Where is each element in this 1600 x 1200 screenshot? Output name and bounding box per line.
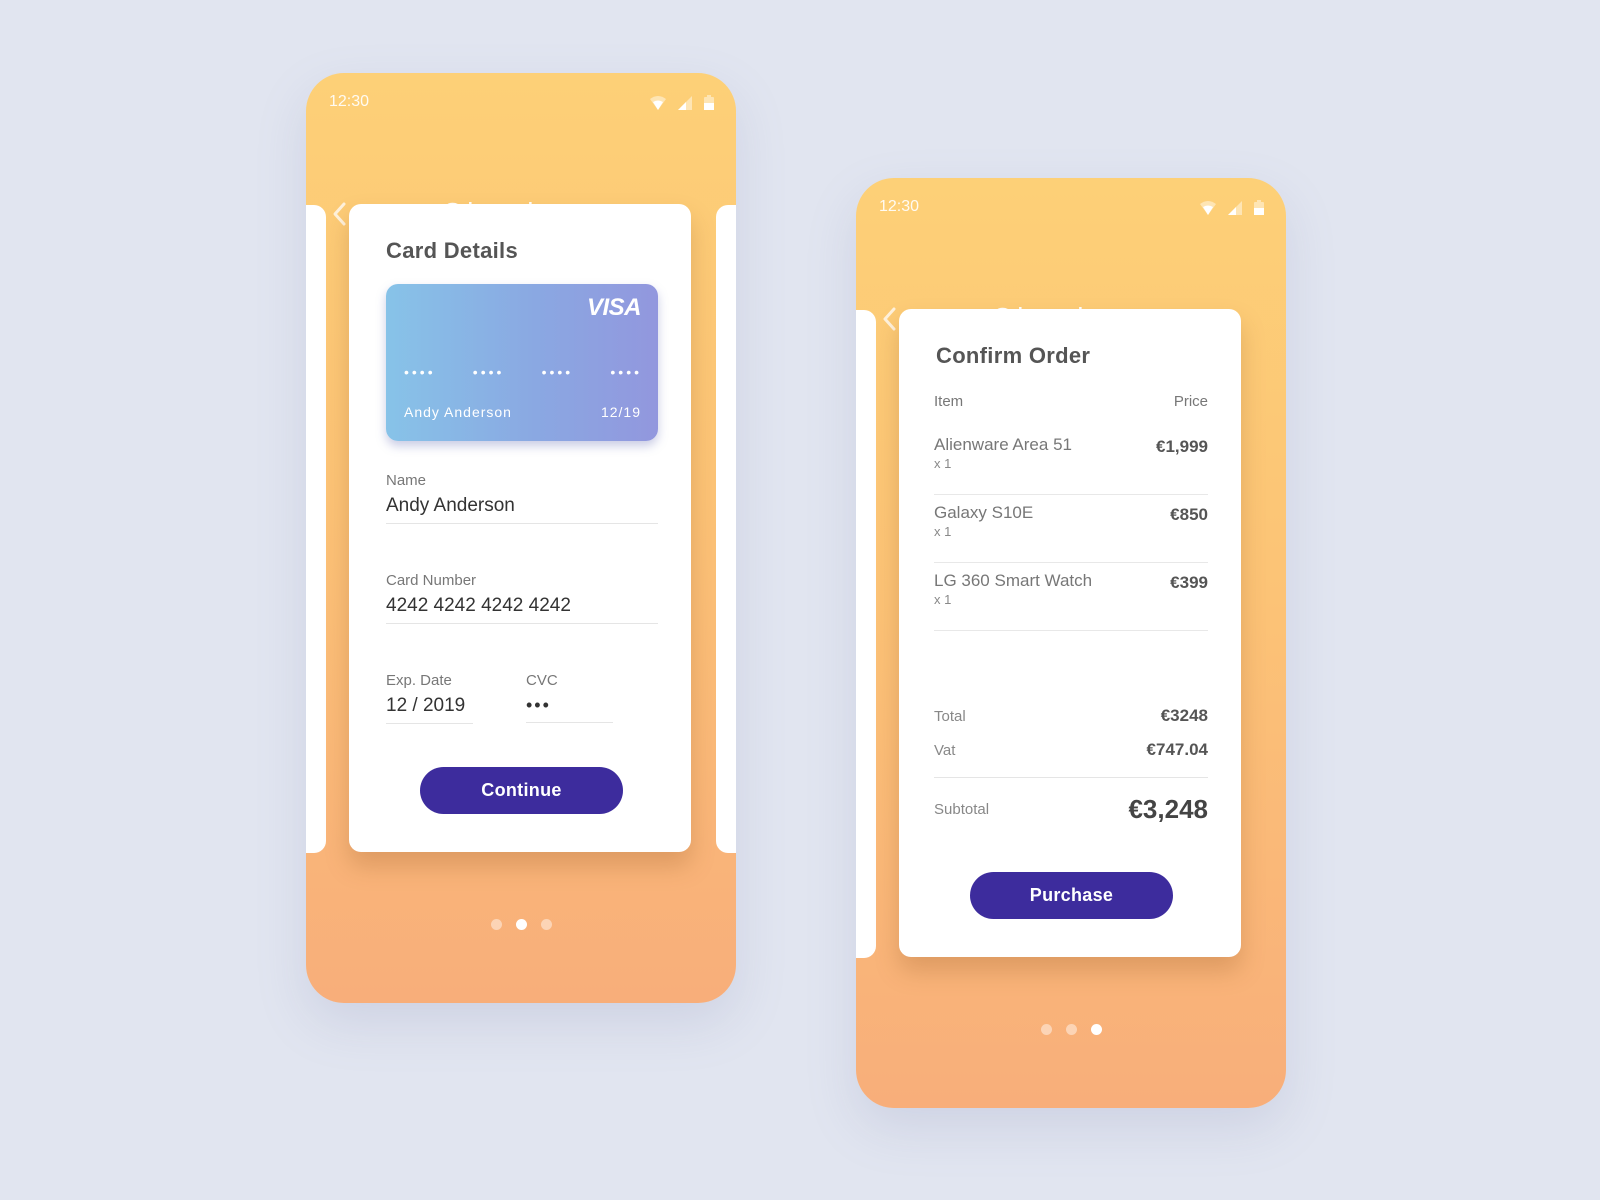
page-dot-1[interactable] — [1040, 1024, 1052, 1035]
order-totals: Total €3248 Vat €747.04 Subtotal €3,248 — [934, 699, 1208, 840]
vat-value: €747.04 — [1146, 740, 1208, 759]
page-dot-3[interactable] — [540, 919, 552, 930]
item-name: Galaxy S10E — [934, 503, 1034, 522]
item-column-header: Item — [934, 393, 964, 410]
order-table-header: Item Price — [934, 393, 1208, 410]
wifi-icon — [650, 95, 666, 110]
masked-group: •••• — [610, 364, 642, 380]
card-details-heading: Card Details — [386, 238, 518, 263]
name-field: Name Andy Anderson — [386, 472, 658, 524]
total-row: Total €3248 — [934, 699, 1208, 733]
exp-date-label: Exp. Date — [386, 672, 452, 689]
subtotal-row: Subtotal €3,248 — [934, 778, 1208, 840]
battery-icon — [704, 95, 714, 110]
page-dot-1[interactable] — [490, 919, 502, 930]
item-price: €850 — [1170, 505, 1208, 524]
previous-card-peek[interactable] — [856, 310, 876, 958]
card-details-panel: Card Details VISA •••• •••• •••• •••• An… — [349, 204, 691, 852]
checkout-screen-confirm-order: 12:30 Checkout Confirm Order Item Price … — [856, 178, 1286, 1108]
masked-card-number: •••• •••• •••• •••• — [404, 364, 642, 380]
continue-button[interactable]: Continue — [420, 767, 623, 814]
name-label: Name — [386, 472, 427, 489]
order-items-list: Alienware Area 51 x 1 €1,999 Galaxy S10E… — [934, 427, 1208, 631]
masked-group: •••• — [404, 364, 436, 380]
order-item-row: Galaxy S10E x 1 €850 — [934, 495, 1208, 563]
credit-card-preview[interactable]: VISA •••• •••• •••• •••• Andy Anderson 1… — [386, 284, 658, 441]
status-bar: 12:30 — [856, 178, 1286, 238]
card-number-input[interactable]: 4242 4242 4242 4242 — [386, 595, 658, 624]
purchase-button[interactable]: Purchase — [970, 872, 1173, 919]
page-dot-3-active[interactable] — [1090, 1024, 1102, 1035]
item-quantity: x 1 — [934, 524, 952, 539]
visa-logo: VISA — [586, 294, 642, 321]
item-name: LG 360 Smart Watch — [934, 571, 1093, 590]
cvc-input[interactable]: ••• — [526, 695, 613, 723]
subtotal-value: €3,248 — [1128, 793, 1208, 824]
total-label: Total — [934, 707, 966, 725]
previous-card-peek[interactable] — [306, 205, 326, 853]
signal-icon — [1228, 200, 1242, 215]
exp-date-input[interactable]: 12 / 2019 — [386, 695, 473, 724]
item-quantity: x 1 — [934, 592, 952, 607]
page-indicator — [306, 919, 736, 930]
confirm-order-heading: Confirm Order — [936, 343, 1091, 368]
page-dot-2[interactable] — [1065, 1024, 1077, 1035]
order-item-row: Alienware Area 51 x 1 €1,999 — [934, 427, 1208, 495]
battery-icon — [1254, 200, 1264, 215]
item-price: €1,999 — [1156, 437, 1208, 456]
signal-icon — [678, 95, 692, 110]
cvc-field: CVC ••• — [526, 672, 613, 723]
cvc-label: CVC — [526, 672, 558, 689]
item-quantity: x 1 — [934, 456, 952, 471]
checkout-screen-card-details: 12:30 Checkout Card Details VISA •••• ••… — [306, 73, 736, 1003]
next-card-peek[interactable] — [716, 205, 736, 853]
masked-group: •••• — [541, 364, 574, 380]
vat-label: Vat — [934, 741, 956, 759]
status-time: 12:30 — [329, 93, 370, 110]
price-column-header: Price — [1173, 393, 1208, 410]
total-value: €3248 — [1160, 706, 1208, 725]
masked-group: •••• — [472, 364, 505, 380]
exp-date-field: Exp. Date 12 / 2019 — [386, 672, 473, 724]
status-icons — [1200, 200, 1264, 215]
page-indicator — [856, 1024, 1286, 1035]
name-input[interactable]: Andy Anderson — [386, 495, 658, 524]
item-name: Alienware Area 51 — [934, 435, 1072, 454]
page-dot-2-active[interactable] — [515, 919, 527, 930]
status-icons — [650, 95, 714, 110]
wifi-icon — [1200, 200, 1216, 215]
order-item-row: LG 360 Smart Watch x 1 €399 — [934, 563, 1208, 631]
item-price: €399 — [1170, 573, 1208, 592]
card-number-label: Card Number — [386, 572, 477, 589]
card-expiry: 12/19 — [600, 404, 641, 420]
subtotal-label: Subtotal — [934, 800, 990, 818]
status-time: 12:30 — [879, 198, 920, 215]
card-holder-name: Andy Anderson — [404, 404, 512, 420]
vat-row: Vat €747.04 — [934, 733, 1208, 767]
confirm-order-panel: Confirm Order Item Price Alienware Area … — [899, 309, 1241, 957]
status-bar: 12:30 — [306, 73, 736, 133]
card-number-field: Card Number 4242 4242 4242 4242 — [386, 572, 658, 624]
